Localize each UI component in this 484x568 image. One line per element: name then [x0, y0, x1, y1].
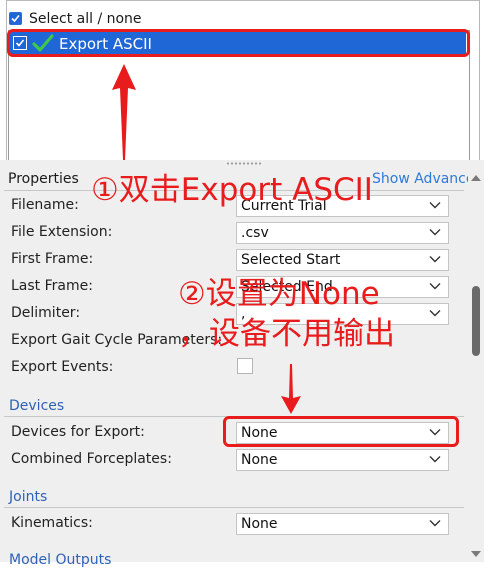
chevron-down-icon [429, 256, 441, 263]
joints-divider [4, 507, 464, 508]
file-extension-dropdown[interactable]: .csv [236, 222, 449, 244]
chevron-down-icon [429, 202, 441, 209]
red-arrow-up-annotation [112, 64, 136, 160]
file-extension-value: .csv [241, 225, 269, 241]
first-frame-dropdown[interactable]: Selected Start [236, 249, 449, 271]
export-events-checkbox[interactable] [237, 358, 253, 374]
highlight-box-devices-for-export [223, 416, 459, 447]
devices-for-export-label: Devices for Export: [11, 424, 145, 440]
delimiter-label: Delimiter: [11, 305, 81, 321]
chevron-down-icon [429, 283, 441, 290]
first-frame-label: First Frame: [11, 251, 94, 267]
annotation-step2-detail: ，设备不用输出 [178, 316, 395, 352]
kinematics-value: None [241, 516, 278, 532]
kinematics-dropdown[interactable]: None [236, 513, 449, 535]
model-outputs-section-header[interactable]: Model Outputs [9, 552, 111, 568]
filename-label: Filename: [11, 197, 79, 213]
red-arrow-down-annotation [281, 364, 301, 414]
annotation-step2: ②设置为None [178, 276, 380, 312]
combined-forceplates-label: Combined Forceplates: [11, 451, 172, 467]
combined-forceplates-dropdown[interactable]: None [236, 449, 449, 471]
chevron-down-icon [429, 520, 441, 527]
properties-scrollbar[interactable] [468, 168, 484, 562]
chevron-down-icon [429, 456, 441, 463]
scrollbar-thumb[interactable] [472, 286, 480, 356]
chevron-down-icon [429, 229, 441, 236]
annotation-step1: ①双击Export ASCII [91, 172, 373, 208]
chevron-down-icon [429, 310, 441, 317]
combined-forceplates-value: None [241, 452, 278, 468]
scroll-down-arrow-icon[interactable] [470, 546, 482, 562]
splitter-grip[interactable] [226, 162, 262, 165]
file-extension-label: File Extension: [11, 224, 113, 240]
properties-title: Properties [8, 171, 79, 187]
highlight-box-export-ascii [7, 29, 470, 57]
select-all-checkbox[interactable] [9, 12, 22, 25]
joints-section-header[interactable]: Joints [9, 489, 47, 505]
select-all-label[interactable]: Select all / none [29, 11, 142, 27]
scroll-up-arrow-icon[interactable] [470, 170, 482, 186]
devices-section-header[interactable]: Devices [9, 398, 64, 414]
first-frame-value: Selected Start [241, 252, 341, 268]
show-advanced-link[interactable]: Show Advanced [372, 171, 483, 187]
kinematics-label: Kinematics: [11, 515, 93, 531]
export-events-label: Export Events: [11, 359, 114, 375]
last-frame-label: Last Frame: [11, 278, 93, 294]
